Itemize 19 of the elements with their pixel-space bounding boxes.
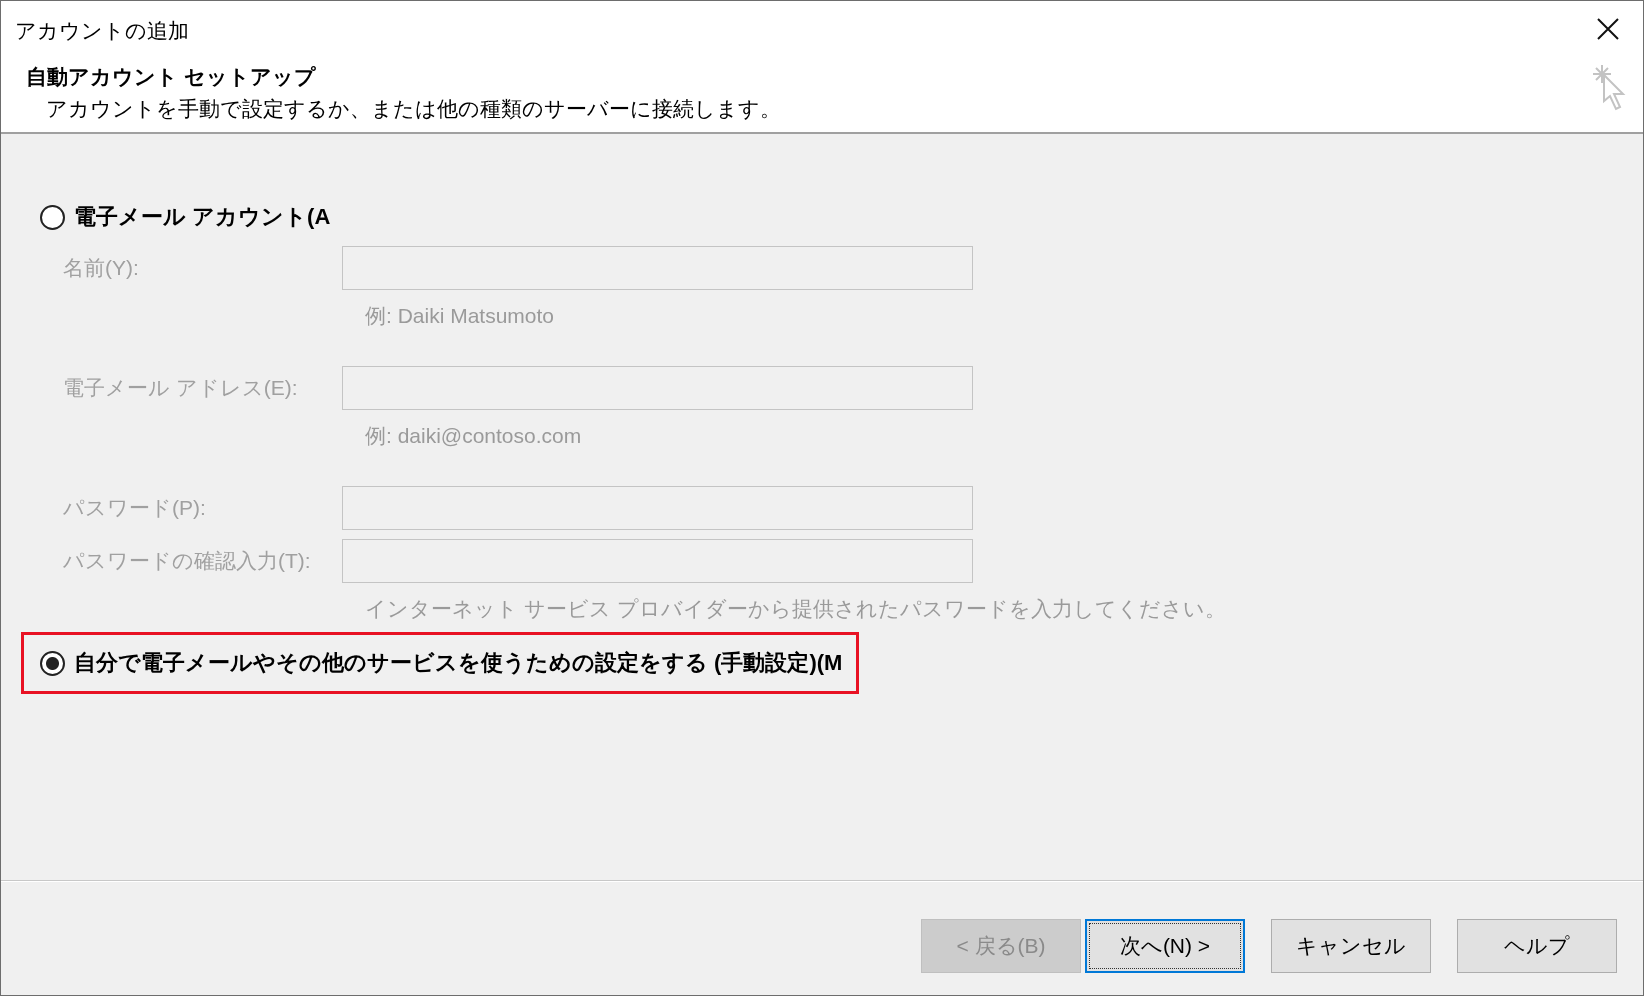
field-label: パスワードの確認入力(T): <box>63 548 312 574</box>
dialog-button[interactable]: キャンセル <box>1271 919 1431 973</box>
radio-button[interactable] <box>40 650 65 676</box>
hint-text: インターネット サービス プロバイダーから提供されたパスワードを入力してください。 <box>365 596 1226 622</box>
radio-label[interactable]: 自分で電子メールやその他のサービスを使うための設定をする (手動設定)(M <box>74 648 843 678</box>
field-label: 名前(Y): <box>63 255 140 281</box>
section-description: アカウントを手動で設定するか、または他の種類のサーバーに接続します。 <box>46 96 781 122</box>
dialog-button[interactable]: 次へ(N) > <box>1085 919 1245 973</box>
radio-button[interactable] <box>40 204 65 230</box>
field-label: パスワード(P): <box>63 495 207 521</box>
cursor-sparkle-icon <box>1593 63 1627 113</box>
close-icon[interactable] <box>1597 18 1619 40</box>
hint-text: 例: daiki@contoso.com <box>365 423 582 449</box>
radio-label[interactable]: 電子メール アカウント(A <box>74 202 331 232</box>
field-label: 電子メール アドレス(E): <box>63 375 299 401</box>
dialog-button[interactable]: ヘルプ <box>1457 919 1617 973</box>
window-title: アカウントの追加 <box>15 18 189 44</box>
section-heading: 自動アカウント セットアップ <box>26 64 316 90</box>
hint-text: 例: Daiki Matsumoto <box>365 303 555 329</box>
